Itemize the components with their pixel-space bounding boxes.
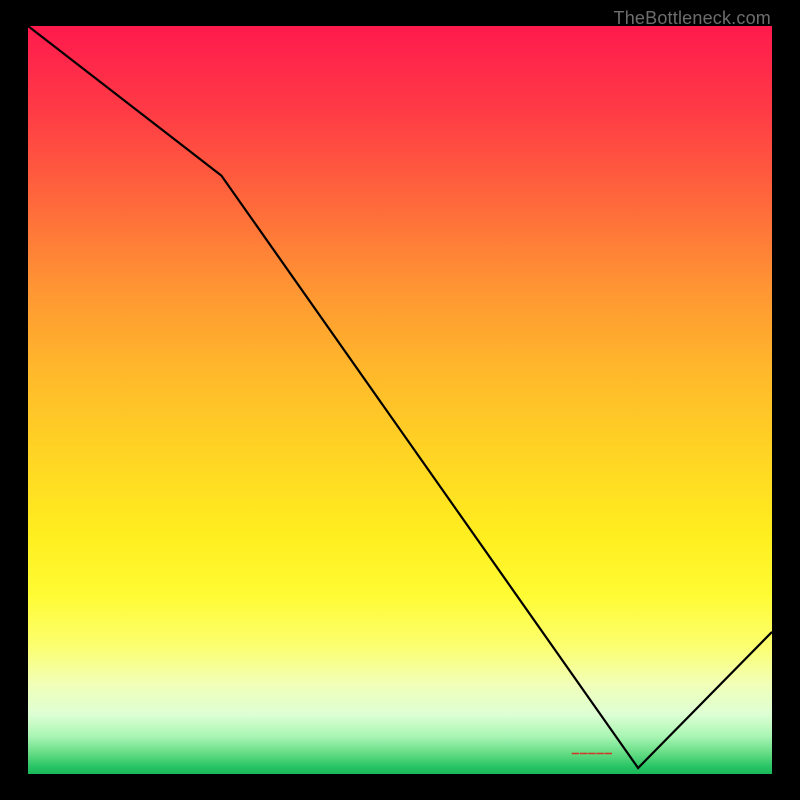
marker-label: ⎯⎯⎯⎯⎯ <box>572 744 613 761</box>
line-plot <box>28 26 772 774</box>
marker-dash: ⎯⎯⎯⎯⎯ <box>572 744 613 760</box>
plot-area: ⎯⎯⎯⎯⎯ <box>28 26 772 774</box>
chart-container: TheBottleneck.com ⎯⎯⎯⎯⎯ <box>0 0 800 800</box>
bottleneck-curve-path <box>28 26 772 768</box>
